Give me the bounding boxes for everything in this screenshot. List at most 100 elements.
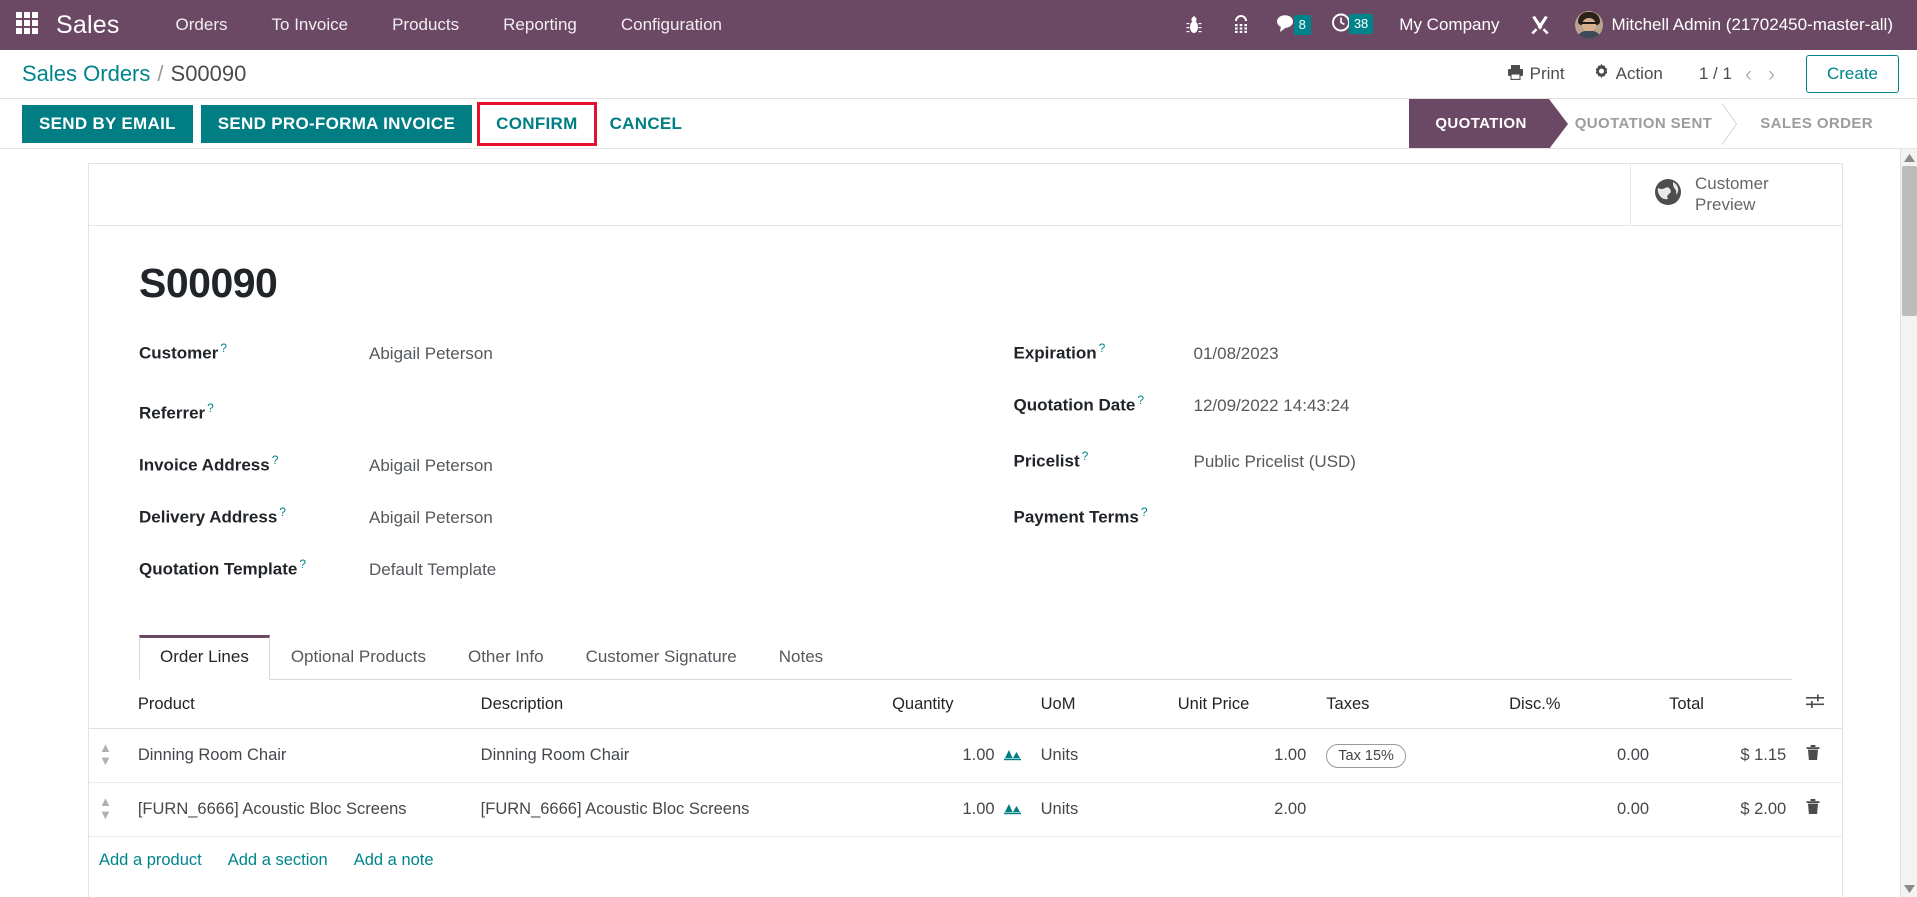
table-row[interactable]: ▲ ▼ Dinning Room Chair Dinning Room Chair… xyxy=(89,728,1842,783)
field-pricelist-value[interactable]: Public Pricelist (USD) xyxy=(1194,452,1356,472)
action-button[interactable]: Action xyxy=(1579,57,1677,91)
column-quantity[interactable]: Quantity xyxy=(882,680,1031,729)
field-customer-value[interactable]: Abigail Peterson xyxy=(369,344,493,364)
field-invoice-address-label: Invoice Address? xyxy=(139,453,369,476)
print-button[interactable]: Print xyxy=(1493,58,1579,91)
field-quotation-template-value[interactable]: Default Template xyxy=(369,560,496,580)
column-taxes[interactable]: Taxes xyxy=(1316,680,1500,729)
phone-dialpad-icon[interactable] xyxy=(1217,7,1265,43)
pager-previous-icon[interactable]: ‹ xyxy=(1742,64,1755,85)
status-step-quotation[interactable]: QUOTATION xyxy=(1409,99,1569,149)
trash-icon[interactable] xyxy=(1796,782,1842,837)
forecast-chart-icon[interactable] xyxy=(1003,746,1021,766)
menu-item-reporting[interactable]: Reporting xyxy=(481,1,599,49)
field-delivery-address-value[interactable]: Abigail Peterson xyxy=(369,508,493,528)
cell-taxes[interactable]: Tax 15% xyxy=(1316,728,1500,783)
scroll-down-icon[interactable] xyxy=(1901,880,1917,897)
help-tooltip-icon[interactable]: ? xyxy=(1137,393,1144,407)
cell-discount[interactable]: 0.00 xyxy=(1499,728,1660,783)
drag-handle-icon[interactable]: ▲ ▼ xyxy=(89,728,128,783)
cell-unit-price[interactable]: 2.00 xyxy=(1167,782,1317,837)
app-brand-sales[interactable]: Sales xyxy=(56,11,120,40)
messages-counter[interactable]: 8 xyxy=(1265,5,1321,46)
field-quotation-date-value[interactable]: 12/09/2022 14:43:24 xyxy=(1194,396,1350,416)
column-discount[interactable]: Disc.% xyxy=(1499,680,1660,729)
cell-discount[interactable]: 0.00 xyxy=(1499,782,1660,837)
cell-uom[interactable]: Units xyxy=(1030,782,1168,837)
cell-description[interactable]: Dinning Room Chair xyxy=(470,728,883,783)
status-step-quotation-sent[interactable]: QUOTATION SENT xyxy=(1549,99,1735,148)
cell-quantity[interactable]: 1.00 xyxy=(882,728,1031,783)
create-button[interactable]: Create xyxy=(1805,55,1899,93)
cell-description[interactable]: [FURN_6666] Acoustic Bloc Screens xyxy=(470,782,883,837)
forecast-chart-icon[interactable] xyxy=(1003,800,1021,820)
field-delivery-address-label: Delivery Address? xyxy=(139,505,369,528)
tab-customer-signature[interactable]: Customer Signature xyxy=(565,635,758,680)
tab-optional-products[interactable]: Optional Products xyxy=(270,635,447,680)
field-expiration-value[interactable]: 01/08/2023 xyxy=(1194,344,1279,364)
cell-quantity[interactable]: 1.00 xyxy=(882,782,1031,837)
activities-counter[interactable]: 38 xyxy=(1321,4,1383,46)
confirm-button[interactable]: CONFIRM xyxy=(477,101,597,146)
help-tooltip-icon[interactable]: ? xyxy=(1141,505,1148,519)
tab-other-info[interactable]: Other Info xyxy=(447,635,565,680)
action-button-bar: SEND BY EMAIL SEND PRO-FORMA INVOICE CON… xyxy=(0,99,1917,149)
help-tooltip-icon[interactable]: ? xyxy=(279,505,286,519)
cell-unit-price[interactable]: 1.00 xyxy=(1167,728,1317,783)
column-settings-icon[interactable] xyxy=(1796,680,1842,729)
customer-preview-button[interactable]: Customer Preview xyxy=(1630,164,1842,225)
menu-item-configuration[interactable]: Configuration xyxy=(599,1,744,49)
column-total[interactable]: Total xyxy=(1659,680,1797,729)
help-tooltip-icon[interactable]: ? xyxy=(272,453,279,467)
drag-handle-icon[interactable]: ▲ ▼ xyxy=(89,782,128,837)
pager-next-icon[interactable]: › xyxy=(1765,64,1778,85)
cell-uom[interactable]: Units xyxy=(1030,728,1168,783)
add-a-product-link[interactable]: Add a product xyxy=(99,851,202,870)
help-tooltip-icon[interactable]: ? xyxy=(207,401,214,415)
scrollbar-track[interactable] xyxy=(1901,166,1917,880)
help-tooltip-icon[interactable]: ? xyxy=(220,341,227,355)
avatar[interactable] xyxy=(1575,11,1604,39)
add-a-section-link[interactable]: Add a section xyxy=(228,851,328,870)
status-step-sales-order[interactable]: SALES ORDER xyxy=(1734,99,1895,148)
column-product[interactable]: Product xyxy=(127,680,471,729)
field-invoice-address-value[interactable]: Abigail Peterson xyxy=(369,456,493,476)
help-tooltip-icon[interactable]: ? xyxy=(1082,449,1089,463)
add-a-note-link[interactable]: Add a note xyxy=(354,851,434,870)
vertical-scrollbar[interactable] xyxy=(1900,149,1917,897)
help-tooltip-icon[interactable]: ? xyxy=(1099,341,1106,355)
menu-item-to-invoice[interactable]: To Invoice xyxy=(250,1,371,49)
column-uom[interactable]: UoM xyxy=(1030,680,1168,729)
tab-notes[interactable]: Notes xyxy=(758,635,844,680)
user-menu[interactable]: Mitchell Admin (21702450-master-all) xyxy=(1611,15,1899,35)
breadcrumb-current-record: S00090 xyxy=(170,61,247,86)
field-quotation-date: Quotation Date? 12/09/2022 14:43:24 xyxy=(1014,393,1793,417)
send-pro-forma-invoice-button[interactable]: SEND PRO-FORMA INVOICE xyxy=(200,104,473,143)
menu-item-orders[interactable]: Orders xyxy=(154,1,250,49)
apps-grid-icon[interactable] xyxy=(16,12,42,38)
cell-product[interactable]: [FURN_6666] Acoustic Bloc Screens xyxy=(127,782,471,837)
tax-badge: Tax 15% xyxy=(1326,743,1406,768)
column-unit-price[interactable]: Unit Price xyxy=(1167,680,1317,729)
column-description[interactable]: Description xyxy=(470,680,883,729)
form-fields-grid: Customer? Abigail Peterson Referrer? Inv… xyxy=(139,341,1792,609)
company-switcher[interactable]: My Company xyxy=(1383,5,1515,45)
cancel-button[interactable]: CANCEL xyxy=(594,105,699,143)
breadcrumb: Sales Orders / S00090 xyxy=(22,61,246,87)
field-quotation-template-label: Quotation Template? xyxy=(139,557,369,580)
bug-icon[interactable] xyxy=(1171,7,1217,43)
breadcrumb-sales-orders[interactable]: Sales Orders xyxy=(22,61,150,87)
tab-order-lines[interactable]: Order Lines xyxy=(139,635,270,680)
send-by-email-button[interactable]: SEND BY EMAIL xyxy=(22,104,193,143)
form-view-content: Customer Preview S00090 Customer? Abigai xyxy=(0,149,1917,897)
help-tooltip-icon[interactable]: ? xyxy=(299,557,306,571)
table-row[interactable]: ▲ ▼ [FURN_6666] Acoustic Bloc Screens [FU… xyxy=(89,782,1842,837)
trash-icon[interactable] xyxy=(1796,728,1842,783)
menu-item-products[interactable]: Products xyxy=(370,1,481,49)
customer-preview-label: Customer Preview xyxy=(1695,174,1769,215)
cell-taxes[interactable] xyxy=(1316,782,1500,837)
scroll-up-icon[interactable] xyxy=(1901,149,1917,166)
cell-product[interactable]: Dinning Room Chair xyxy=(127,728,471,783)
scrollbar-thumb[interactable] xyxy=(1902,166,1917,316)
tools-icon[interactable] xyxy=(1515,6,1565,44)
